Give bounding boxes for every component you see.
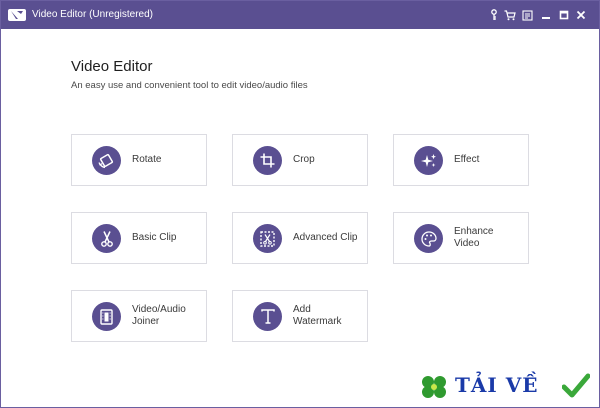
tool-card-advanced-clip[interactable]: Advanced Clip — [232, 212, 368, 264]
scissors-icon — [92, 224, 121, 253]
tool-label: Effect — [454, 154, 480, 165]
feedback-button[interactable] — [520, 8, 534, 22]
close-button[interactable] — [574, 8, 588, 22]
tool-card-basic-clip[interactable]: Basic Clip — [71, 212, 207, 264]
window-title: Video Editor (Unregistered) — [32, 9, 153, 20]
crop-icon — [253, 146, 282, 175]
page-title: Video Editor — [71, 58, 153, 75]
cart-icon — [504, 9, 516, 20]
app-logo-icon — [8, 9, 26, 21]
tool-label: Enhance Video — [454, 226, 494, 249]
watermark-text: TẢI VỀ — [455, 373, 539, 397]
clover-icon — [422, 376, 446, 398]
main-content: Video Editor An easy use and convenient … — [1, 29, 599, 407]
tool-label: Add Watermark — [293, 304, 342, 327]
palette-icon — [414, 224, 443, 253]
tool-label: Rotate — [132, 154, 162, 165]
app-window: Video Editor (Unregistered) Video Editor… — [0, 0, 600, 408]
register-key-button[interactable] — [487, 8, 501, 22]
rotate-icon — [92, 146, 121, 175]
maximize-button[interactable] — [557, 8, 571, 22]
minimize-button[interactable] — [539, 8, 553, 22]
tool-card-video-audio-joiner[interactable]: Video/Audio Joiner — [71, 290, 207, 342]
tool-card-effect[interactable]: Effect — [393, 134, 529, 186]
text-t-icon — [253, 302, 282, 331]
tool-card-enhance-video[interactable]: Enhance Video — [393, 212, 529, 264]
site-watermark: TẢI VỀ — [405, 371, 595, 403]
maximize-icon — [559, 10, 569, 20]
tool-label: Crop — [293, 154, 315, 165]
cart-button[interactable] — [503, 8, 517, 22]
advanced-clip-icon — [253, 224, 282, 253]
key-icon — [491, 9, 497, 20]
tool-label: Basic Clip — [132, 232, 177, 243]
tool-card-crop[interactable]: Crop — [232, 134, 368, 186]
page-subtitle: An easy use and convenient tool to edit … — [71, 80, 308, 91]
tool-card-add-watermark[interactable]: Add Watermark — [232, 290, 368, 342]
tool-label: Advanced Clip — [293, 232, 358, 243]
tool-card-rotate[interactable]: Rotate — [71, 134, 207, 186]
close-icon — [576, 10, 586, 20]
feedback-icon — [521, 9, 533, 21]
minimize-icon — [542, 17, 550, 19]
sparkle-icon — [414, 146, 443, 175]
title-bar[interactable]: Video Editor (Unregistered) — [1, 1, 599, 29]
tool-label: Video/Audio Joiner — [132, 304, 186, 327]
checkmark-icon — [562, 373, 590, 398]
film-joiner-icon — [92, 302, 121, 331]
